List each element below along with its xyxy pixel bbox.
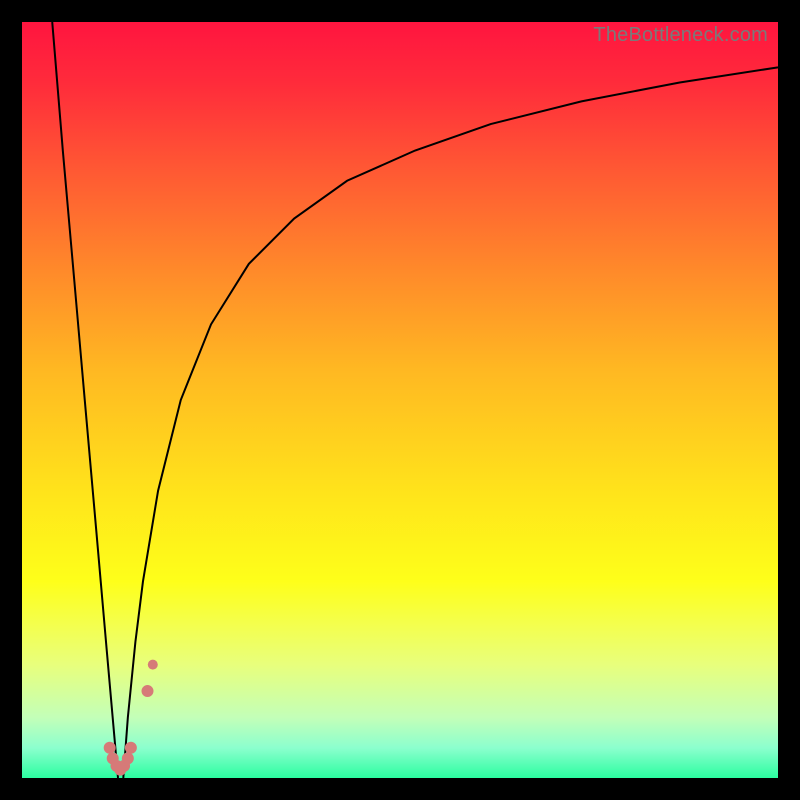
data-marker [142, 685, 154, 697]
curve-left-branch [52, 22, 118, 778]
data-marker [125, 742, 137, 754]
data-marker [148, 660, 158, 670]
data-marker [122, 752, 134, 764]
data-marker [104, 742, 116, 754]
curve-right-branch [123, 67, 778, 778]
chart-plot-area: TheBottleneck.com [22, 22, 778, 778]
chart-svg [22, 22, 778, 778]
